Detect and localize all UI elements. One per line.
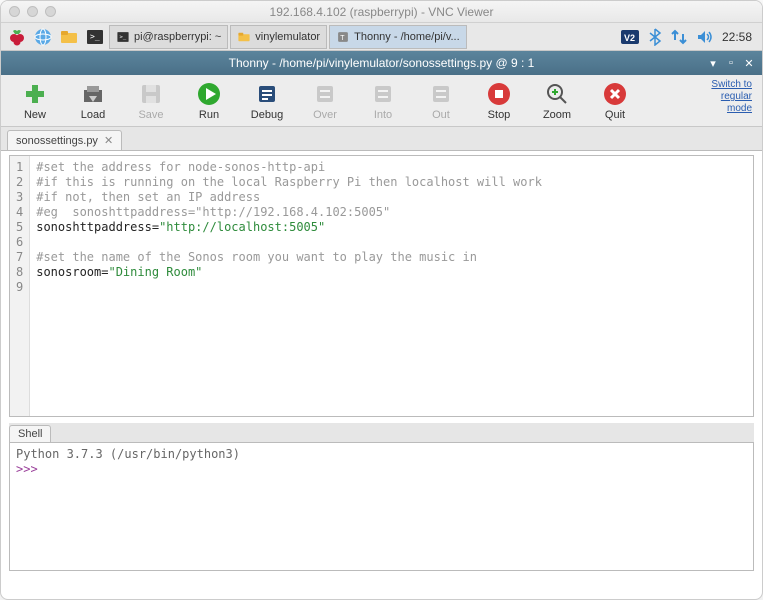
line-number-gutter: 1 2 3 4 5 6 7 8 9 bbox=[10, 156, 30, 416]
network-icon[interactable] bbox=[670, 28, 688, 46]
editor-tab[interactable]: sonossettings.py ✕ bbox=[7, 130, 122, 150]
save-icon bbox=[138, 81, 164, 107]
step-into-icon bbox=[370, 81, 396, 107]
shell-output[interactable]: Python 3.7.3 (/usr/bin/python3) >>> bbox=[9, 443, 754, 571]
task-label: vinylemulator bbox=[255, 31, 320, 43]
svg-text:V2: V2 bbox=[624, 33, 635, 43]
thonny-toolbar: New Load Save Run Debug Over Into Out bbox=[1, 75, 762, 127]
bluetooth-icon[interactable] bbox=[648, 28, 662, 46]
step-over-button[interactable]: Over bbox=[305, 81, 345, 121]
svg-text:T: T bbox=[340, 34, 345, 41]
system-tray: V2 22:58 bbox=[620, 27, 758, 47]
editor-tabstrip: sonossettings.py ✕ bbox=[1, 127, 762, 151]
svg-text:>_: >_ bbox=[90, 32, 100, 41]
load-button[interactable]: Load bbox=[73, 81, 113, 121]
shell-tabstrip: Shell bbox=[9, 423, 754, 443]
thonny-titlebar: Thonny - /home/pi/vinylemulator/sonosset… bbox=[1, 51, 762, 75]
step-out-icon bbox=[428, 81, 454, 107]
file-manager-icon[interactable] bbox=[57, 25, 81, 49]
pi-taskbar: >_ >_ pi@raspberrypi: ~ vinylemulator T … bbox=[1, 23, 762, 51]
code-area[interactable]: #set the address for node-sonos-http-api… bbox=[30, 156, 548, 416]
thonny-minimize-button[interactable]: ▾ bbox=[706, 56, 720, 70]
thonny-title-text: Thonny - /home/pi/vinylemulator/sonosset… bbox=[229, 56, 535, 70]
raspberry-menu-icon[interactable] bbox=[5, 25, 29, 49]
switch-mode-link[interactable]: Switch toregularmode bbox=[711, 79, 752, 115]
volume-icon[interactable] bbox=[696, 28, 714, 46]
stop-button[interactable]: Stop bbox=[479, 81, 519, 121]
task-label: pi@raspberrypi: ~ bbox=[134, 31, 221, 43]
plus-icon bbox=[22, 81, 48, 107]
step-out-button[interactable]: Out bbox=[421, 81, 461, 121]
zoom-button[interactable]: Zoom bbox=[537, 81, 577, 121]
vnc-viewer-window: 192.168.4.102 (raspberrypi) - VNC Viewer… bbox=[0, 0, 763, 600]
zoom-icon bbox=[544, 81, 570, 107]
vnc-tray-icon[interactable]: V2 bbox=[620, 27, 640, 47]
task-thonny[interactable]: T Thonny - /home/pi/v... bbox=[329, 25, 467, 49]
terminal-icon[interactable]: >_ bbox=[83, 25, 107, 49]
task-file-manager[interactable]: vinylemulator bbox=[230, 25, 327, 49]
mac-window-title: 192.168.4.102 (raspberrypi) - VNC Viewer bbox=[1, 5, 762, 19]
editor-tab-label: sonossettings.py bbox=[16, 135, 98, 147]
globe-icon[interactable] bbox=[31, 25, 55, 49]
quit-button[interactable]: Quit bbox=[595, 81, 635, 121]
new-button[interactable]: New bbox=[15, 81, 55, 121]
code-editor[interactable]: 1 2 3 4 5 6 7 8 9 #set the address for n… bbox=[9, 155, 754, 417]
close-tab-icon[interactable]: ✕ bbox=[104, 134, 113, 147]
shell-prompt: >>> bbox=[16, 462, 38, 476]
debug-button[interactable]: Debug bbox=[247, 81, 287, 121]
run-button[interactable]: Run bbox=[189, 81, 229, 121]
mac-titlebar: 192.168.4.102 (raspberrypi) - VNC Viewer bbox=[1, 1, 762, 23]
debug-icon bbox=[254, 81, 280, 107]
quit-icon bbox=[602, 81, 628, 107]
play-icon bbox=[196, 81, 222, 107]
shell-panel: Shell Python 3.7.3 (/usr/bin/python3) >>… bbox=[9, 423, 754, 571]
task-terminal[interactable]: >_ pi@raspberrypi: ~ bbox=[109, 25, 228, 49]
thonny-close-button[interactable]: ✕ bbox=[742, 56, 756, 70]
save-button[interactable]: Save bbox=[131, 81, 171, 121]
shell-tab[interactable]: Shell bbox=[9, 425, 51, 442]
clock[interactable]: 22:58 bbox=[722, 30, 752, 44]
step-into-button[interactable]: Into bbox=[363, 81, 403, 121]
open-icon bbox=[80, 81, 106, 107]
svg-text:>_: >_ bbox=[120, 34, 127, 40]
stop-icon bbox=[486, 81, 512, 107]
task-label: Thonny - /home/pi/v... bbox=[354, 31, 460, 43]
shell-version-line: Python 3.7.3 (/usr/bin/python3) bbox=[16, 447, 747, 462]
thonny-maximize-button[interactable]: ▫ bbox=[724, 56, 738, 70]
step-over-icon bbox=[312, 81, 338, 107]
